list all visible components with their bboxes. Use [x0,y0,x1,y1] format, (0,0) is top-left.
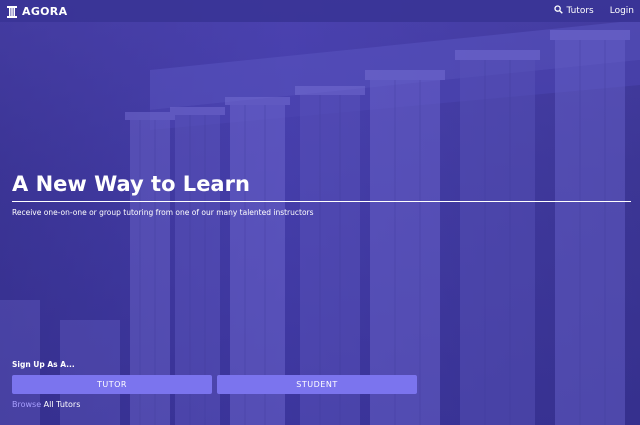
brand-name: AGORA [22,4,68,18]
search-icon [554,5,564,17]
nav-login-label: Login [609,6,634,16]
hero-title: A New Way to Learn [12,172,250,196]
tutor-signup-button[interactable]: TUTOR [12,375,212,394]
brand[interactable]: AGORA [6,4,67,18]
nav-tutors-label: Tutors [566,6,594,16]
browse-link[interactable]: Browse [12,400,41,409]
signup-buttons: TUTOR STUDENT [12,375,432,394]
hero-content: A New Way to Learn Receive one-on-one or… [12,170,632,217]
hero-subtitle: Receive one-on-one or group tutoring fro… [12,208,314,217]
signup-label: Sign Up As A... [12,360,75,369]
navbar: AGORA Tutors Login [0,0,640,22]
browse-all-tutors-text: All Tutors [41,400,81,409]
signup-section: Sign Up As A... TUTOR STUDENT Browse All… [12,360,432,409]
student-signup-button[interactable]: STUDENT [217,375,417,394]
nav-login-link[interactable]: Login [610,6,634,16]
hero-divider [12,201,631,202]
nav-links: Tutors Login [554,5,634,17]
nav-tutors-link[interactable]: Tutors [554,5,594,17]
column-icon [6,4,18,18]
browse-tutors: Browse All Tutors [12,400,432,409]
